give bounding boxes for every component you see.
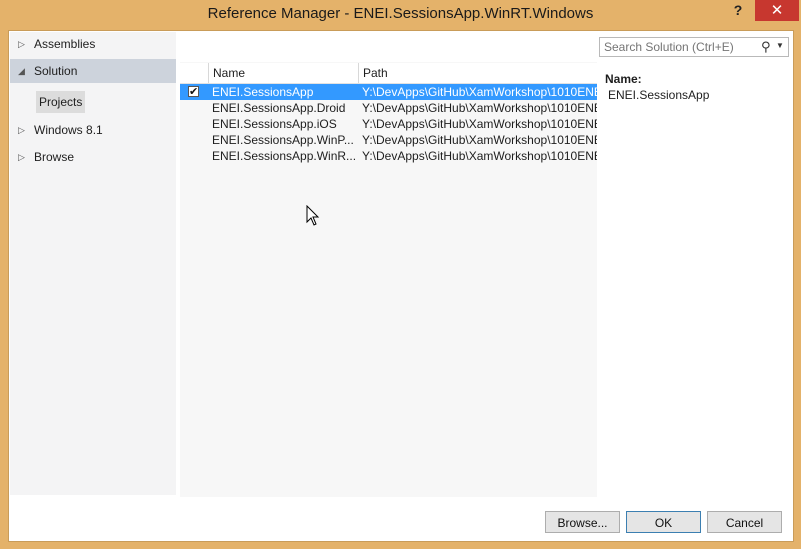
nav-item-label: Windows 8.1 bbox=[34, 123, 103, 137]
project-name: ENEI.SessionsApp.WinR... bbox=[212, 149, 356, 163]
reference-manager-window: Reference Manager - ENEI.SessionsApp.Win… bbox=[0, 0, 801, 549]
mouse-cursor-icon bbox=[306, 205, 320, 226]
nav-item-label: Solution bbox=[34, 64, 78, 78]
project-path: Y:\DevApps\GitHub\XamWorkshop\1010ENEI bbox=[362, 85, 597, 99]
project-name: ENEI.SessionsApp.WinP... bbox=[212, 133, 354, 147]
details-name-label: Name: bbox=[605, 72, 642, 86]
window-title: Reference Manager - ENEI.SessionsApp.Win… bbox=[207, 5, 594, 22]
table-row[interactable]: ENEI.SessionsApp.iOS Y:\DevApps\GitHub\X… bbox=[180, 116, 597, 132]
table-row[interactable]: ENEI.SessionsApp.Droid Y:\DevApps\GitHub… bbox=[180, 100, 597, 116]
expand-arrow-icon[interactable]: ▷ bbox=[18, 145, 28, 169]
table-row[interactable]: ENEI.SessionsApp.WinR... Y:\DevApps\GitH… bbox=[180, 148, 597, 164]
list-rows: ✔ ENEI.SessionsApp Y:\DevApps\GitHub\Xam… bbox=[180, 84, 597, 164]
list-header: Name Path bbox=[180, 63, 597, 84]
cancel-button[interactable]: Cancel bbox=[707, 511, 782, 533]
search-box[interactable]: ⚲ ▼ bbox=[599, 37, 789, 57]
nav-item-assemblies[interactable]: ▷ Assemblies bbox=[10, 32, 176, 56]
checkbox[interactable]: ✔ bbox=[188, 86, 199, 98]
dialog-client: ▷ Assemblies ◢ Solution Projects ▷ Windo… bbox=[8, 30, 794, 542]
project-list: Name Path ✔ ENEI.SessionsApp Y:\DevApps\… bbox=[180, 62, 597, 531]
table-row[interactable]: ENEI.SessionsApp.WinP... Y:\DevApps\GitH… bbox=[180, 132, 597, 148]
column-header-check[interactable] bbox=[180, 63, 208, 83]
nav-item-projects[interactable]: Projects bbox=[36, 91, 86, 113]
search-input[interactable] bbox=[604, 40, 754, 54]
ok-button[interactable]: OK bbox=[626, 511, 701, 533]
column-header-name[interactable]: Name bbox=[208, 63, 358, 83]
nav-item-browse[interactable]: ▷ Browse bbox=[10, 145, 176, 169]
table-row[interactable]: ✔ ENEI.SessionsApp Y:\DevApps\GitHub\Xam… bbox=[180, 84, 597, 100]
details-name-value: ENEI.SessionsApp bbox=[608, 88, 710, 102]
nav-item-label: Assemblies bbox=[34, 37, 96, 51]
close-button[interactable]: ✕ bbox=[755, 0, 799, 21]
search-icon[interactable]: ⚲ bbox=[761, 39, 771, 55]
project-name: ENEI.SessionsApp.Droid bbox=[212, 101, 346, 115]
chevron-down-icon[interactable]: ▼ bbox=[776, 41, 784, 50]
help-button[interactable]: ? bbox=[728, 0, 748, 20]
dialog-footer: Browse... OK Cancel bbox=[9, 497, 793, 541]
project-path: Y:\DevApps\GitHub\XamWorkshop\1010ENEI bbox=[362, 101, 597, 115]
project-path: Y:\DevApps\GitHub\XamWorkshop\1010ENEI bbox=[362, 133, 597, 147]
category-nav: ▷ Assemblies ◢ Solution Projects ▷ Windo… bbox=[10, 32, 176, 495]
expand-arrow-icon[interactable]: ▷ bbox=[18, 118, 28, 142]
project-path: Y:\DevApps\GitHub\XamWorkshop\1010ENEI bbox=[362, 117, 597, 131]
collapse-arrow-icon[interactable]: ◢ bbox=[18, 59, 28, 83]
nav-item-label: Browse bbox=[34, 150, 75, 164]
expand-arrow-icon[interactable]: ▷ bbox=[18, 32, 28, 56]
project-name: ENEI.SessionsApp.iOS bbox=[212, 117, 337, 131]
project-name: ENEI.SessionsApp bbox=[212, 85, 314, 99]
title-bar: Reference Manager - ENEI.SessionsApp.Win… bbox=[0, 0, 801, 28]
nav-item-windows[interactable]: ▷ Windows 8.1 bbox=[10, 118, 176, 142]
project-path: Y:\DevApps\GitHub\XamWorkshop\1010ENEI bbox=[362, 149, 597, 163]
browse-button[interactable]: Browse... bbox=[545, 511, 620, 533]
nav-item-solution[interactable]: ◢ Solution bbox=[10, 59, 176, 83]
column-header-path[interactable]: Path bbox=[358, 63, 597, 83]
